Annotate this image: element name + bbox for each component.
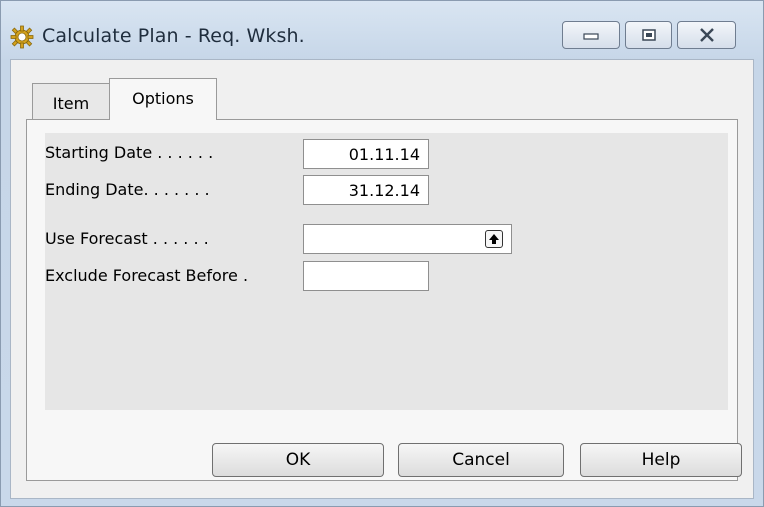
title-bar[interactable]: Calculate Plan - Req. Wksh. [1, 1, 763, 59]
dialog-body: Item Options Starting Date . . . . . . 0… [10, 59, 754, 499]
ending-date-field[interactable]: 31.12.14 [303, 175, 429, 205]
cancel-button[interactable]: Cancel [398, 443, 564, 477]
help-button[interactable]: Help [580, 443, 742, 477]
options-tab-panel: Starting Date . . . . . . 01.11.14 Endin… [26, 119, 738, 481]
minimize-button[interactable] [562, 21, 620, 49]
close-icon [699, 28, 714, 42]
exclude-forecast-before-field[interactable] [303, 261, 429, 291]
tab-item[interactable]: Item [32, 83, 110, 121]
arrow-up-icon [489, 234, 499, 244]
options-fields-area: Starting Date . . . . . . 01.11.14 Endin… [45, 133, 728, 410]
tab-options[interactable]: Options [109, 78, 217, 120]
calculate-plan-dialog: Calculate Plan - Req. Wksh. Item Options… [0, 0, 764, 507]
ending-date-label: Ending Date. . . . . . . [45, 180, 210, 199]
close-button[interactable] [677, 21, 736, 49]
restore-icon [641, 29, 656, 41]
lookup-button[interactable] [485, 230, 503, 248]
restore-button[interactable] [625, 21, 672, 49]
starting-date-field[interactable]: 01.11.14 [303, 139, 429, 169]
use-forecast-field[interactable] [303, 224, 512, 254]
exclude-forecast-before-label: Exclude Forecast Before . [45, 266, 249, 285]
use-forecast-label: Use Forecast . . . . . . [45, 229, 209, 248]
gear-icon [10, 25, 34, 49]
window-title: Calculate Plan - Req. Wksh. [42, 25, 305, 47]
starting-date-label: Starting Date . . . . . . [45, 143, 214, 162]
minimize-icon [583, 33, 599, 40]
ok-button[interactable]: OK [212, 443, 384, 477]
